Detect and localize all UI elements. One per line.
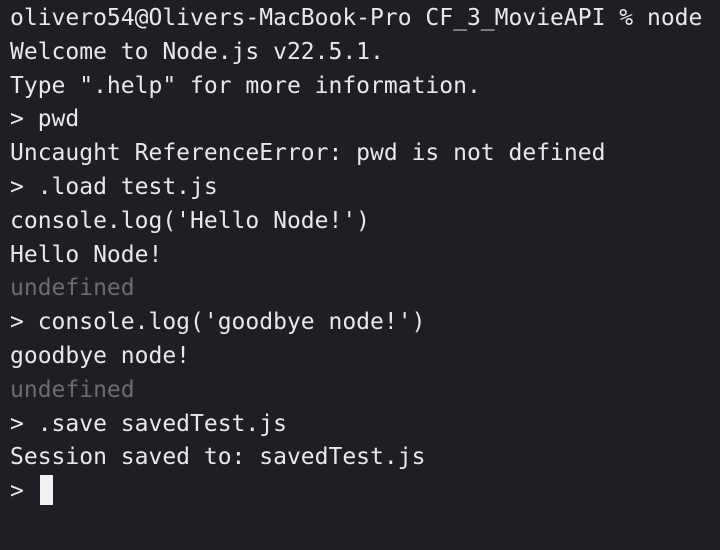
repl-undefined-line: undefined [10, 275, 135, 302]
repl-input-line: > pwd [10, 106, 80, 133]
repl-error-line: Uncaught ReferenceError: pwd is not defi… [10, 140, 606, 167]
repl-active-prompt-line[interactable]: > [10, 475, 720, 509]
node-welcome-line: Welcome to Node.js v22.5.1. [10, 38, 384, 65]
shell-command-line: olivero54@Olivers-MacBook-Pro CF_3_Movie… [10, 5, 703, 31]
text-cursor [39, 475, 53, 506]
repl-output-line: goodbye node! [10, 342, 191, 369]
repl-input-line: > .load test.js [10, 173, 218, 200]
repl-output-line: Hello Node! [10, 241, 163, 268]
terminal-window[interactable]: olivero54@Olivers-MacBook-Pro CF_3_Movie… [0, 0, 720, 550]
node-help-hint-line: Type ".help" for more information. [10, 72, 481, 99]
repl-undefined-line: undefined [10, 376, 135, 403]
repl-echo-line: console.log('Hello Node!') [10, 207, 371, 234]
repl-input-line: > .save savedTest.js [10, 410, 287, 437]
prompt-symbol: > [10, 478, 24, 505]
repl-input-line: > console.log('goodbye node!') [10, 309, 426, 336]
repl-output-line: Session saved to: savedTest.js [10, 444, 426, 471]
